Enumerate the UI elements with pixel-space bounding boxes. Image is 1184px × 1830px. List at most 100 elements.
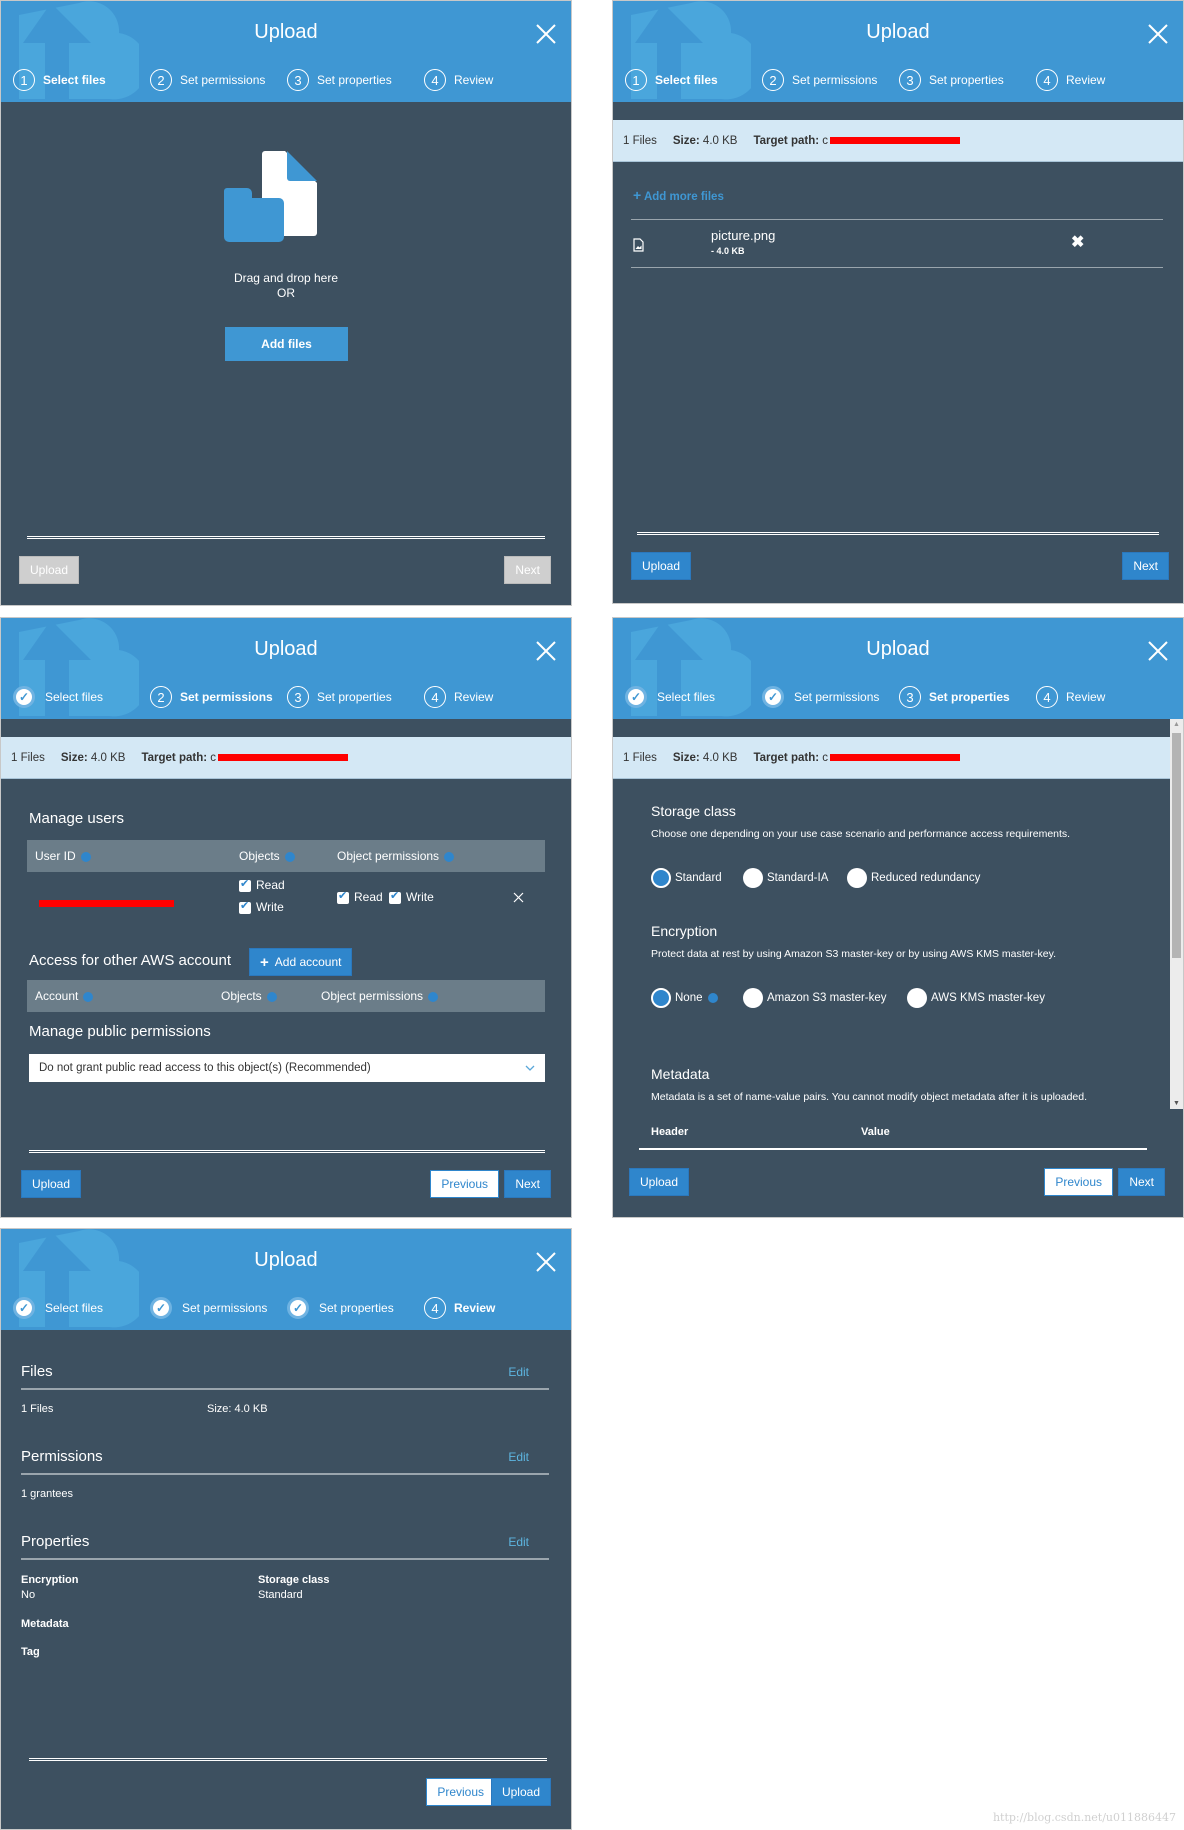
radio-standard[interactable]: Standard — [651, 868, 722, 888]
step-label: Set permissions — [794, 690, 880, 704]
step-select-files[interactable]: ✓ Select files — [625, 686, 762, 708]
step-set-permissions[interactable]: ✓ Set permissions — [762, 686, 899, 708]
user-row: Read Write Read Write — [27, 877, 545, 928]
section-divider — [21, 1558, 549, 1560]
objects-write-checkbox[interactable]: Write — [239, 899, 284, 914]
redacted-mark — [218, 753, 348, 761]
step-set-permissions[interactable]: 2 Set permissions — [150, 686, 287, 708]
close-icon[interactable] — [535, 1251, 557, 1273]
upload-button[interactable]: Upload — [490, 1778, 551, 1806]
step-set-properties[interactable]: 3 Set properties — [287, 69, 424, 91]
size-value: 4.0 KB — [702, 751, 738, 764]
footer-divider — [637, 532, 1159, 535]
info-icon[interactable] — [284, 851, 295, 862]
add-account-button[interactable]: + Add account — [249, 948, 353, 976]
step-set-properties[interactable]: ✓ Set properties — [287, 1297, 424, 1319]
step-set-properties[interactable]: 3 Set properties — [899, 69, 1036, 91]
info-icon[interactable] — [428, 991, 439, 1002]
properties-section-title: Properties — [21, 1533, 90, 1550]
edit-properties-link[interactable]: Edit — [508, 1535, 529, 1549]
radio-label: None — [675, 992, 703, 1005]
files-count: 1 Files — [623, 751, 657, 764]
upload-button[interactable]: Upload — [629, 1168, 690, 1196]
close-icon[interactable] — [1147, 23, 1169, 45]
step-set-permissions[interactable]: ✓ Set permissions — [150, 1297, 287, 1319]
next-button[interactable]: Next — [1122, 552, 1169, 580]
remove-file-icon[interactable]: ✖ — [1071, 232, 1084, 252]
close-icon[interactable] — [535, 23, 557, 45]
col-label: Account — [35, 989, 79, 1003]
file-name: picture.png — [711, 228, 776, 243]
scroll-up-arrow[interactable]: ▲ — [1173, 721, 1180, 728]
step-set-properties[interactable]: 3 Set properties — [899, 686, 1036, 708]
add-more-files-link[interactable]: + Add more files — [633, 187, 724, 203]
step-review[interactable]: 4 Review — [1036, 69, 1173, 91]
step-label: Review — [454, 690, 494, 704]
radio-reduced-redundancy[interactable]: Reduced redundancy — [847, 868, 980, 888]
radio-label: AWS KMS master-key — [931, 992, 1045, 1005]
col-header: Header — [651, 1126, 689, 1138]
radio-none[interactable]: None — [651, 988, 718, 1008]
edit-permissions-link[interactable]: Edit — [508, 1450, 529, 1464]
check-circle-icon: ✓ — [13, 686, 35, 708]
permissions-read-checkbox[interactable]: Read — [337, 889, 383, 904]
radio-s3-master-key[interactable]: Amazon S3 master-key — [743, 988, 887, 1008]
add-files-button[interactable]: Add files — [225, 327, 348, 361]
other-account-title: Access for other AWS account — [29, 952, 232, 969]
scroll-thumb[interactable] — [1172, 733, 1181, 958]
step-label: Set permissions — [792, 73, 878, 87]
scroll-down-arrow[interactable]: ▼ — [1173, 1100, 1180, 1107]
step-select-files[interactable]: ✓ Select files — [13, 1297, 150, 1319]
upload-button[interactable]: Upload — [19, 556, 80, 584]
file-list-item: picture.png - 4.0 KB ✖ — [631, 220, 1163, 268]
step-label: Select files — [45, 1301, 104, 1315]
remove-user-icon[interactable] — [513, 892, 524, 903]
info-icon[interactable] — [266, 991, 277, 1002]
next-button[interactable]: Next — [1118, 1168, 1165, 1196]
step-select-files[interactable]: ✓ Select files — [13, 686, 150, 708]
size-label: Size: — [60, 751, 88, 764]
step-review[interactable]: 4 Review — [424, 69, 561, 91]
metadata-label: Metadata — [21, 1618, 69, 1630]
previous-button[interactable]: Previous — [1044, 1168, 1113, 1196]
info-icon[interactable] — [707, 993, 718, 1003]
next-button[interactable]: Next — [504, 556, 551, 584]
total-size: Size: 4.0 KB — [673, 752, 738, 764]
info-icon[interactable] — [83, 991, 94, 1002]
previous-button[interactable]: Previous — [430, 1170, 499, 1198]
step-set-permissions[interactable]: 2 Set permissions — [150, 69, 287, 91]
objects-read-checkbox[interactable]: Read — [239, 877, 285, 892]
step-review[interactable]: 4 Review — [424, 1297, 561, 1319]
redacted-mark — [830, 753, 960, 761]
previous-button[interactable]: Previous — [426, 1778, 495, 1806]
step-set-permissions[interactable]: 2 Set permissions — [762, 69, 899, 91]
target-path-value: c — [210, 751, 216, 764]
info-icon[interactable] — [444, 851, 455, 862]
step-label: Review — [1066, 690, 1106, 704]
next-button[interactable]: Next — [504, 1170, 551, 1198]
dialog-header: Upload 1 Select files 2 Set permissions 3S… — [1, 1, 571, 102]
close-icon[interactable] — [535, 640, 557, 662]
size-value: 4.0 KB — [90, 751, 126, 764]
col-label: Objects — [221, 989, 262, 1003]
wizard-steps: ✓ Select files ✓ Set permissions 3 Set prop… — [625, 686, 1173, 708]
step-select-files[interactable]: 1 Select files — [625, 69, 762, 91]
info-icon[interactable] — [80, 851, 91, 862]
dialog-title: Upload — [866, 638, 930, 660]
edit-files-link[interactable]: Edit — [508, 1365, 529, 1379]
upload-button[interactable]: Upload — [631, 552, 692, 580]
close-icon[interactable] — [1147, 640, 1169, 662]
public-permissions-select[interactable]: Do not grant public read access to this … — [29, 1054, 545, 1082]
upload-dialog-set-properties: Upload ✓ Select files ✓ Set permissions 3S… — [612, 617, 1184, 1218]
permissions-write-checkbox[interactable]: Write — [389, 889, 434, 904]
radio-unselected-icon — [907, 988, 927, 1008]
step-review[interactable]: 4 Review — [424, 686, 561, 708]
radio-kms-master-key[interactable]: AWS KMS master-key — [907, 988, 1045, 1008]
radio-standard-ia[interactable]: Standard-IA — [743, 868, 828, 888]
step-set-properties[interactable]: 3 Set properties — [287, 686, 424, 708]
scrollbar[interactable]: ▲ ▼ — [1170, 719, 1183, 1109]
step-review[interactable]: 4 Review — [1036, 686, 1173, 708]
step-select-files[interactable]: 1 Select files — [13, 69, 150, 91]
upload-button[interactable]: Upload — [21, 1170, 82, 1198]
upload-dialog-review: Upload ✓ Select files ✓ Set permissions ✓ S… — [0, 1228, 572, 1830]
